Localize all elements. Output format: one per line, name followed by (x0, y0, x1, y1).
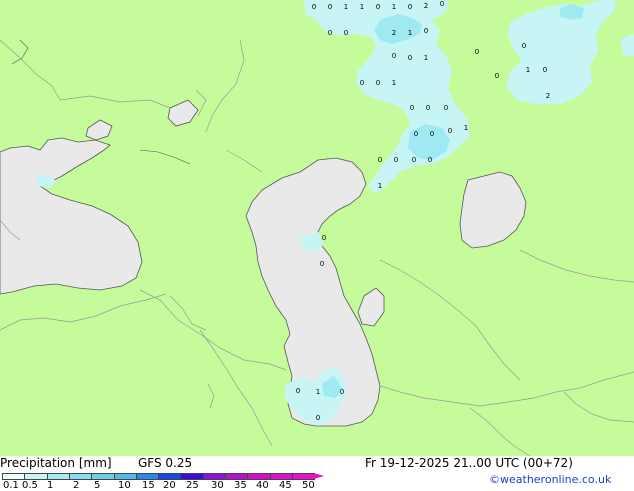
legend-label: 1 (47, 480, 54, 491)
precip-value-label: 1 (392, 79, 396, 87)
legend-swatch (202, 473, 226, 480)
precip-value-label: 0 (320, 260, 324, 268)
precip-value-label: 0 (340, 388, 344, 396)
legend-label: 25 (186, 480, 199, 491)
model-name: GFS 0.25 (138, 456, 193, 470)
precip-value-label: 0 (360, 79, 364, 87)
precip-value-label: 0 (440, 0, 444, 8)
precip-value-label: 2 (546, 92, 550, 100)
precip-value-label: 0 (412, 156, 416, 164)
precip-value-label: 0 (392, 52, 396, 60)
precip-value-label: 1 (316, 388, 320, 396)
legend-title: Precipitation [mm] (0, 456, 112, 470)
precip-value-label: 2 (392, 29, 396, 37)
legend-swatch (247, 473, 271, 480)
precip-value-label: 0 (376, 3, 380, 11)
precip-value-label: 0 (448, 127, 452, 135)
legend-label: 50 (302, 480, 315, 491)
legend-swatch (2, 473, 26, 480)
precip-value-label: 1 (526, 66, 530, 74)
precip-value-label: 0 (408, 54, 412, 62)
legend-label: 15 (142, 480, 155, 491)
legend-label: 5 (94, 480, 101, 491)
precip-value-label: 1 (378, 182, 382, 190)
precip-value-label: 0 (428, 156, 432, 164)
legend-label: 40 (256, 480, 269, 491)
legend-swatch (269, 473, 293, 480)
precip-value-label: 0 (328, 3, 332, 11)
precip-value-label: 0 (444, 104, 448, 112)
precip-value-label: 0 (344, 29, 348, 37)
precip-value-label: 0 (426, 104, 430, 112)
legend-label: 2 (73, 480, 80, 491)
legend-swatch (46, 473, 70, 480)
legend-label: 20 (163, 480, 176, 491)
precip-value-label: 0 (322, 234, 326, 242)
valid-datetime: Fr 19-12-2025 21..00 UTC (00+72) (365, 456, 573, 470)
precip-value-label: 0 (376, 79, 380, 87)
precip-value-label: 1 (392, 3, 396, 11)
precip-value-label: 0 (543, 66, 547, 74)
legend-swatch (24, 473, 48, 480)
precip-value-label: 1 (464, 124, 468, 132)
precip-value-label: 1 (408, 29, 412, 37)
legend-label: 0.1 (3, 480, 19, 491)
legend-swatch (135, 473, 160, 480)
legend-label: 45 (279, 480, 292, 491)
legend-swatch (291, 473, 316, 480)
legend-label: 35 (234, 480, 247, 491)
credit-text: ©weatheronline.co.uk (489, 473, 612, 486)
precip-value-label: 1 (360, 3, 364, 11)
legend-label: 10 (118, 480, 131, 491)
precip-value-label: 0 (495, 72, 499, 80)
precip-value-label: 0 (410, 104, 414, 112)
legend-swatch (180, 473, 204, 480)
precip-value-label: 0 (312, 3, 316, 11)
legend-swatch (158, 473, 182, 480)
precip-value-label: 1 (344, 3, 348, 11)
precip-value-label: 0 (522, 42, 526, 50)
legend-swatch (113, 473, 137, 480)
legend-swatch (225, 473, 249, 480)
legend-swatch (68, 473, 93, 480)
precip-value-label: 0 (430, 130, 434, 138)
precip-value-label: 0 (316, 414, 320, 422)
precip-value-label: 0 (378, 156, 382, 164)
precip-value-label: 0 (296, 387, 300, 395)
precip-value-label: 0 (424, 27, 428, 35)
precip-value-label: 2 (424, 2, 428, 10)
legend-arrow-icon (314, 473, 325, 479)
legend-label: 30 (211, 480, 224, 491)
precipitation-map: 0 0 1 1 0 1 2 0 0 0 0 2 1 0 0 0 1 0 1 0 0 0 0 0 0 0 0 0 0 0 1 1 0 0 0 1 0 0 0 0… (0, 0, 634, 456)
precip-value-label: 0 (328, 29, 332, 37)
precip-value-label: 0 (408, 3, 412, 11)
legend-swatch (91, 473, 115, 480)
precip-value-label: 0 (414, 130, 418, 138)
precip-value-label: 0 (394, 156, 398, 164)
precip-value-label: 1 (424, 54, 428, 62)
precip-value-label: 0 (475, 48, 479, 56)
legend-label: 0.5 (22, 480, 38, 491)
